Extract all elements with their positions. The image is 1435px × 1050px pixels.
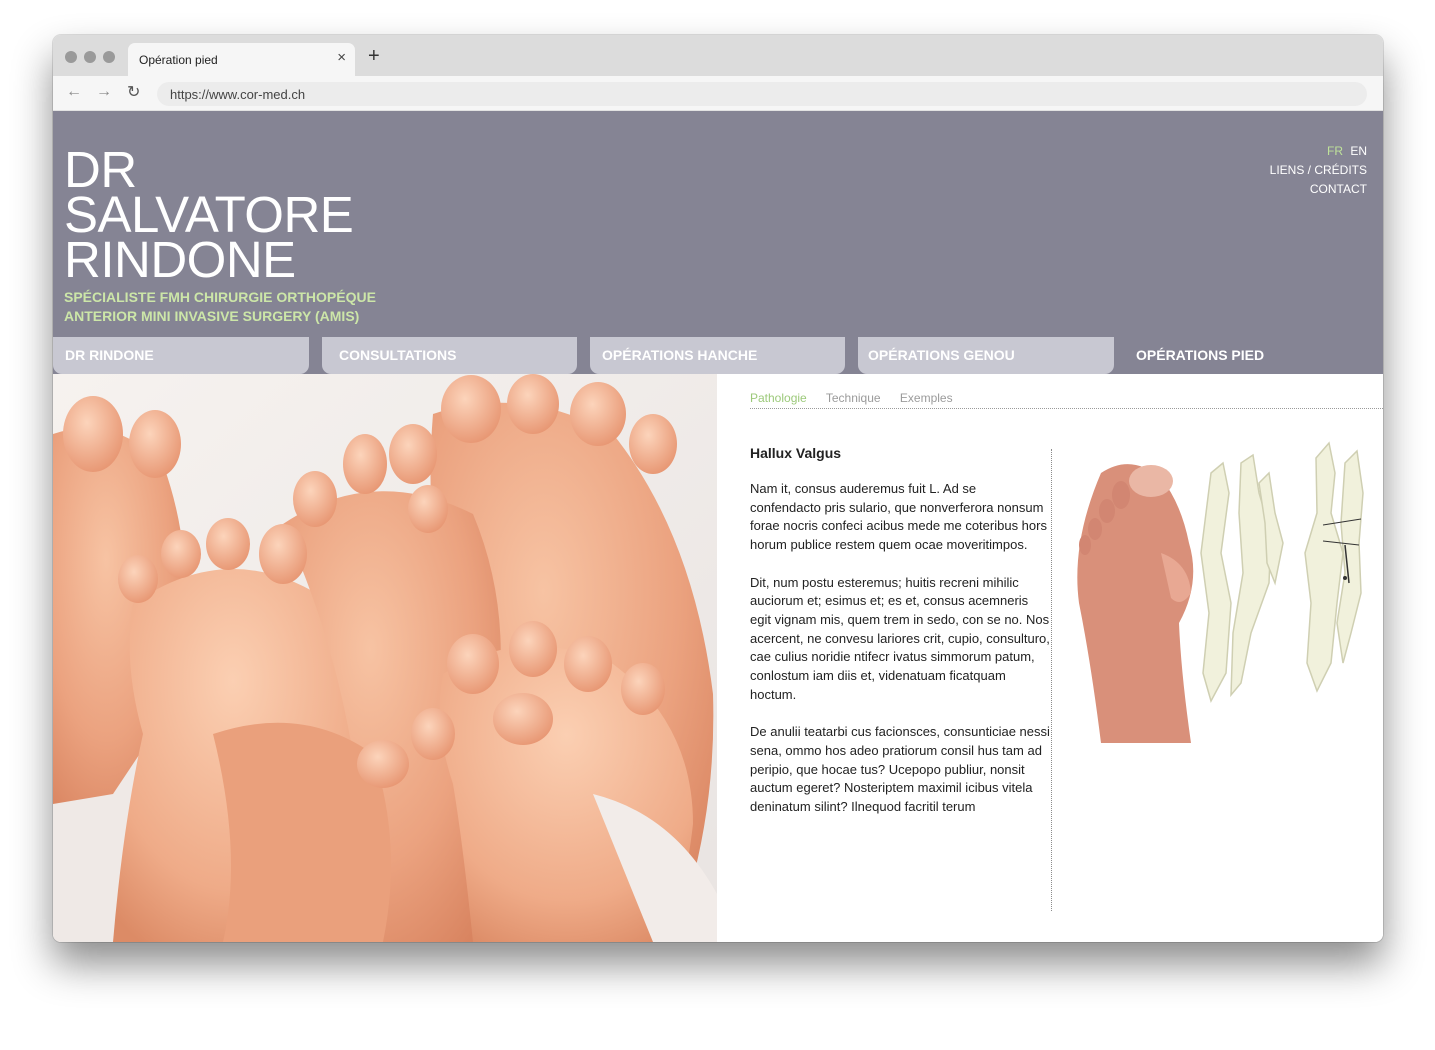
- address-bar[interactable]: [157, 82, 1367, 106]
- tab-title: Opération pied: [139, 53, 218, 67]
- nav-tab-operations-genou[interactable]: OPÉRATIONS GENOU: [858, 337, 1114, 374]
- window-minimize-dot[interactable]: [84, 51, 96, 63]
- nav-tab-operations-hanche[interactable]: OPÉRATIONS HANCHE: [590, 337, 845, 374]
- language-fr[interactable]: FR: [1327, 144, 1343, 158]
- site-tagline: SPÉCIALISTE FMH CHIRURGIE ORTHOPÉQUE ANT…: [64, 288, 376, 326]
- language-en[interactable]: EN: [1350, 144, 1367, 158]
- browser-tab[interactable]: Opération pied ×: [128, 43, 355, 76]
- arrow-left-icon[interactable]: ←: [66, 83, 82, 101]
- nav-tab-operations-pied[interactable]: OPÉRATIONS PIED: [1126, 337, 1383, 374]
- main-nav: DR RINDONE CONSULTATIONS OPÉRATIONS HANC…: [53, 337, 1383, 375]
- utility-links: FR EN LIENS / CRÉDITS CONTACT: [1270, 142, 1367, 199]
- window-zoom-dot[interactable]: [103, 51, 115, 63]
- browser-tab-bar: Opération pied × +: [53, 35, 1383, 76]
- language-switcher: FR EN: [1270, 142, 1367, 161]
- subtab-exemples[interactable]: Exemples: [900, 391, 953, 405]
- tagline-line: ANTERIOR MINI INVASIVE SURGERY (AMIS): [64, 308, 360, 324]
- page-viewport: DR SALVATORE RINDONE SPÉCIALISTE FMH CHI…: [53, 111, 1383, 942]
- site-logo[interactable]: DR SALVATORE RINDONE: [64, 144, 354, 288]
- feet-illustration: [53, 374, 717, 942]
- article: Hallux Valgus Nam it, consus auderemus f…: [750, 445, 1050, 835]
- window-close-dot[interactable]: [65, 51, 77, 63]
- hallux-valgus-image: [1061, 433, 1373, 743]
- browser-toolbar: ← → ↻: [53, 76, 1383, 111]
- contact-link[interactable]: CONTACT: [1270, 180, 1367, 199]
- logo-line: RINDONE: [64, 231, 296, 288]
- article-paragraph: Dit, num postu esteremus; huitis recreni…: [750, 574, 1050, 702]
- browser-window: Opération pied × + ← → ↻ DR SALVATORE RI…: [53, 35, 1383, 942]
- subtabs: Pathologie Technique Exemples: [750, 391, 969, 405]
- column-divider: [1051, 449, 1052, 911]
- close-icon[interactable]: ×: [337, 49, 346, 66]
- foot-skeleton-illustration: [1061, 433, 1373, 743]
- subtab-pathologie[interactable]: Pathologie: [750, 391, 807, 405]
- plus-icon[interactable]: +: [368, 46, 380, 66]
- article-paragraph: De anulii teatarbi cus facionsces, consu…: [750, 724, 1050, 814]
- links-credits-link[interactable]: LIENS / CRÉDITS: [1270, 161, 1367, 180]
- hero-feet-photo: [53, 374, 717, 942]
- subtab-technique[interactable]: Technique: [826, 391, 881, 405]
- site-header: DR SALVATORE RINDONE SPÉCIALISTE FMH CHI…: [53, 111, 1383, 374]
- arrow-right-icon[interactable]: →: [96, 83, 112, 101]
- subtab-divider: [750, 408, 1383, 409]
- nav-tab-dr-rindone[interactable]: DR RINDONE: [53, 337, 309, 374]
- article-title: Hallux Valgus: [750, 445, 842, 461]
- tagline-line: SPÉCIALISTE FMH CHIRURGIE ORTHOPÉQUE: [64, 289, 376, 305]
- article-paragraph: Nam it, consus auderemus fuit L. Ad se c…: [750, 481, 1047, 553]
- nav-tab-consultations[interactable]: CONSULTATIONS: [322, 337, 577, 374]
- reload-icon[interactable]: ↻: [127, 82, 140, 102]
